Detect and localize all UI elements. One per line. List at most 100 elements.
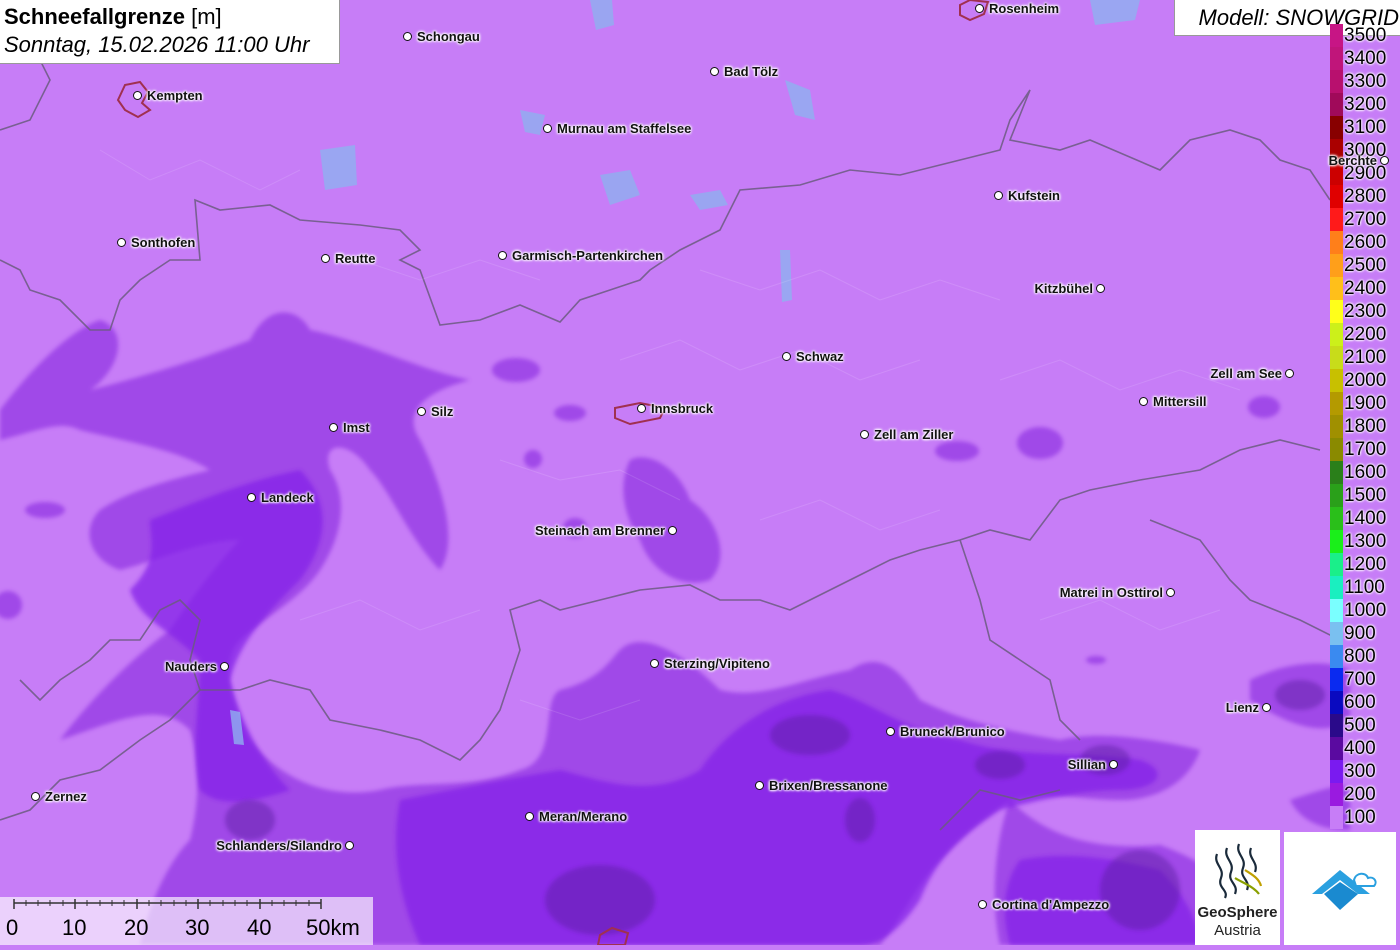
legend-label: 2800 xyxy=(1344,186,1387,207)
city-marker-icon[interactable] xyxy=(710,67,719,76)
legend-label: 2000 xyxy=(1344,370,1387,391)
city-marker-icon[interactable] xyxy=(525,812,534,821)
city-marker-icon[interactable] xyxy=(117,238,126,247)
city-label[interactable]: Silz xyxy=(431,404,453,419)
city-marker-icon[interactable] xyxy=(220,662,229,671)
city-marker-icon[interactable] xyxy=(543,124,552,133)
city-marker-icon[interactable] xyxy=(860,430,869,439)
legend-label: 1500 xyxy=(1344,485,1387,506)
legend-row: 1000 xyxy=(1328,599,1400,622)
city-marker-icon[interactable] xyxy=(329,423,338,432)
legend-swatch xyxy=(1330,231,1343,254)
snowline-map[interactable] xyxy=(0,0,1400,945)
legend-row: 1300 xyxy=(1328,530,1400,553)
city-label[interactable]: Zell am Ziller xyxy=(874,427,953,442)
legend-swatch xyxy=(1330,116,1343,139)
legend-label: 1900 xyxy=(1344,393,1387,414)
city-label[interactable]: Schlanders/Silandro xyxy=(216,838,342,853)
legend-swatch xyxy=(1330,599,1343,622)
legend-swatch xyxy=(1330,47,1343,70)
city-marker-icon[interactable] xyxy=(31,792,40,801)
legend-row: 2400 xyxy=(1328,277,1400,300)
city-label[interactable]: Bad Tölz xyxy=(724,64,778,79)
city-marker-icon[interactable] xyxy=(782,352,791,361)
city-marker-icon[interactable] xyxy=(321,254,330,263)
city-label[interactable]: Matrei in Osttirol xyxy=(1060,585,1163,600)
city-label[interactable]: Innsbruck xyxy=(651,401,713,416)
map-title: Schneefallgrenze [m] xyxy=(4,4,222,30)
city-marker-icon[interactable] xyxy=(417,407,426,416)
city-label[interactable]: Rosenheim xyxy=(989,1,1059,16)
city-label[interactable]: Sterzing/Vipiteno xyxy=(664,656,770,671)
city-marker-icon[interactable] xyxy=(1166,588,1175,597)
city-marker-icon[interactable] xyxy=(1096,284,1105,293)
city-label[interactable]: Zernez xyxy=(45,789,87,804)
city-label[interactable]: Garmisch-Partenkirchen xyxy=(512,248,663,263)
legend-label: 1300 xyxy=(1344,531,1387,552)
city-label[interactable]: Schwaz xyxy=(796,349,844,364)
legend-row: 700 xyxy=(1328,668,1400,691)
legend-swatch xyxy=(1330,346,1343,369)
scale-bar: 0 10 20 30 40 50km xyxy=(0,897,373,945)
city-label[interactable]: Berchte xyxy=(1329,153,1377,168)
city-label[interactable]: Brixen/Bressanone xyxy=(769,778,888,793)
city-label[interactable]: Murnau am Staffelsee xyxy=(557,121,691,136)
city-label[interactable]: Steinach am Brenner xyxy=(535,523,665,538)
city-label[interactable]: Landeck xyxy=(261,490,314,505)
city-marker-icon[interactable] xyxy=(247,493,256,502)
legend-label: 2300 xyxy=(1344,301,1387,322)
city-marker-icon[interactable] xyxy=(650,659,659,668)
city-marker-icon[interactable] xyxy=(498,251,507,260)
city-marker-icon[interactable] xyxy=(755,781,764,790)
city-marker-icon[interactable] xyxy=(403,32,412,41)
city-marker-icon[interactable] xyxy=(345,841,354,850)
scale-label-30: 30 xyxy=(185,915,210,940)
city-label[interactable]: Reutte xyxy=(335,251,375,266)
city-label[interactable]: Zell am See xyxy=(1210,366,1282,381)
legend-row: 300 xyxy=(1328,760,1400,783)
legend-swatch xyxy=(1330,576,1343,599)
city-label[interactable]: Sonthofen xyxy=(131,235,195,250)
city-label[interactable]: Kufstein xyxy=(1008,188,1060,203)
legend-row: 2200 xyxy=(1328,323,1400,346)
city-label[interactable]: Imst xyxy=(343,420,370,435)
city-marker-icon[interactable] xyxy=(978,900,987,909)
legend-row: 2700 xyxy=(1328,208,1400,231)
city-marker-icon[interactable] xyxy=(1380,156,1389,165)
legend-swatch xyxy=(1330,277,1343,300)
legend-swatch xyxy=(1330,760,1343,783)
city-label[interactable]: Meran/Merano xyxy=(539,809,627,824)
legend-label: 100 xyxy=(1344,807,1376,828)
legend-row: 1500 xyxy=(1328,484,1400,507)
legend-label: 1000 xyxy=(1344,600,1387,621)
legend-swatch xyxy=(1330,507,1343,530)
legend-swatch xyxy=(1330,461,1343,484)
weather-app-logo[interactable] xyxy=(1284,832,1396,945)
city-marker-icon[interactable] xyxy=(994,191,1003,200)
city-marker-icon[interactable] xyxy=(886,727,895,736)
city-label[interactable]: Mittersill xyxy=(1153,394,1206,409)
city-marker-icon[interactable] xyxy=(975,4,984,13)
city-label[interactable]: Nauders xyxy=(165,659,217,674)
legend-label: 900 xyxy=(1344,623,1376,644)
legend-label: 300 xyxy=(1344,761,1376,782)
city-marker-icon[interactable] xyxy=(637,404,646,413)
city-marker-icon[interactable] xyxy=(1262,703,1271,712)
city-marker-icon[interactable] xyxy=(1285,369,1294,378)
city-marker-icon[interactable] xyxy=(1109,760,1118,769)
legend-swatch xyxy=(1330,668,1343,691)
legend-label: 2500 xyxy=(1344,255,1387,276)
geosphere-austria-logo[interactable]: GeoSphere Austria xyxy=(1195,830,1280,945)
city-marker-icon[interactable] xyxy=(1139,397,1148,406)
city-label[interactable]: Bruneck/Brunico xyxy=(900,724,1005,739)
legend-label: 1100 xyxy=(1344,577,1385,598)
city-marker-icon[interactable] xyxy=(668,526,677,535)
city-label[interactable]: Kempten xyxy=(147,88,203,103)
city-label[interactable]: Schongau xyxy=(417,29,480,44)
city-label[interactable]: Sillian xyxy=(1068,757,1106,772)
legend-label: 200 xyxy=(1344,784,1376,805)
city-label[interactable]: Lienz xyxy=(1226,700,1259,715)
city-marker-icon[interactable] xyxy=(133,91,142,100)
city-label[interactable]: Cortina d'Ampezzo xyxy=(992,897,1109,912)
city-label[interactable]: Kitzbühel xyxy=(1035,281,1094,296)
